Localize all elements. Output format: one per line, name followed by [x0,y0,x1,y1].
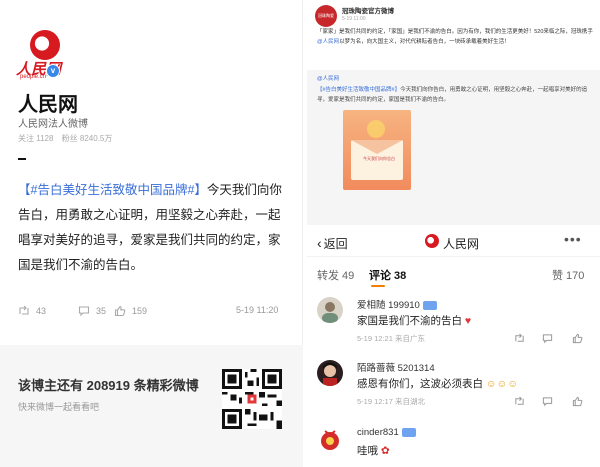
divider [18,158,26,160]
brand-post-text-a: 「家家」是我们共同的约定，「家国」是我们不渝的告白。因为有你，我们的生活更美好！… [317,29,593,35]
reply-icon[interactable] [542,396,553,407]
post-text: 【#告白美好生活致敬中国品牌#】今天我们向你告白，用勇敢之心证明，用坚毅之心奔赴… [18,178,288,278]
comments-screen: ‹ 返回 人民网 ••• 转发 49 评论 38 赞 170 爱相随 199910… [307,227,600,467]
profile-card: 人民网 people.cn v 人民网 人民网法人微博 关注 1128 粉丝 8… [0,0,303,467]
rose-icon: ✿ [380,445,390,457]
reposted-author[interactable]: @人民网 [317,74,339,82]
chevron-left-icon: ‹ [317,235,322,251]
reply-icon[interactable] [542,333,553,344]
comment-meta: 5-19 12:21 来自广东 [357,334,425,343]
profile-stats: 关注 1128 粉丝 8240.5万 [18,133,118,144]
comment-actions [512,333,592,345]
envelope-graphic: 今天我们向你告白 [351,140,403,180]
comment-text-body: 哇哦 [357,445,378,457]
comment-author-name: 爱相随 199910 [357,300,420,311]
sun-decoration [367,120,385,138]
comment-author-name: 陌路蔷薇 5201314 [357,363,435,374]
thumbs-up-icon[interactable] [572,333,583,344]
repost-count: 43 [36,306,47,316]
nav-logo-icon [425,234,439,248]
nav-title: 人民网 [443,237,480,251]
reposted-topic[interactable]: 【#告白美好生活致敬中国品牌#】 [317,87,400,93]
logo-swirl-icon [30,30,60,60]
following-count[interactable]: 关注 1128 [18,134,53,143]
qr-code-icon [222,369,282,429]
nav-bar: ‹ 返回 人民网 ••• [307,227,600,257]
followers-count[interactable]: 粉丝 8240.5万 [62,134,113,143]
post-image[interactable]: 今天我们向你告白 [343,110,411,190]
logo-sub: people.cn [20,74,47,80]
comment-author[interactable]: 爱相随 199910 [357,297,437,311]
comment-text-body: 家国是我们不渝的告白 [357,315,462,327]
repost-icon [19,305,29,315]
comment-author[interactable]: 陌路蔷薇 5201314 [357,360,435,374]
comment-author-name: cinder831 [357,427,399,438]
envelope-flap [351,140,403,154]
comment-text-body: 感恩有你们，这波必须表白 [357,378,483,390]
verified-icon: v [46,64,60,78]
active-tab-indicator [371,285,385,287]
member-badge-icon [422,300,437,310]
like-count: 159 [132,306,148,316]
share-icon[interactable] [514,396,525,407]
tab-comments[interactable]: 评论 38 [369,267,406,283]
tab-likes[interactable]: 赞 170 [552,267,584,283]
reposted-content[interactable]: @人民网 【#告白美好生活致敬中国品牌#】今天我们向你告白，用勇敢之心证明，用坚… [307,70,600,225]
thumbs-up-icon[interactable] [572,396,583,407]
like-button[interactable]: 159 [114,305,147,317]
emoji-icon: ☺☺☺ [485,378,519,390]
brand-avatar[interactable]: 冠珠陶瓷 [315,5,337,27]
comment-icon [78,306,90,317]
post-actions: 43 35 159 5-19 11:20 [18,305,288,323]
share-icon[interactable] [514,333,525,344]
more-posts-subtitle: 快来微博一起看看吧 [18,402,100,412]
repost-button[interactable]: 43 [18,305,46,317]
reposted-text: 【#告白美好生活致敬中国品牌#】今天我们向你告白，用勇敢之心证明，用坚毅之心奔赴… [317,85,593,105]
brand-post-text-b: 以梦为名，向大国主义，对代代耕耘者告白，一块砖承载着美好生活！ [339,39,510,45]
comment-text: 家国是我们不渝的告白 ♥ [357,313,471,328]
avatar[interactable] [317,297,343,323]
comment-text: 感恩有你们，这波必须表白 ☺☺☺ [357,376,518,391]
comment-count: 35 [96,306,107,316]
back-button[interactable]: ‹ 返回 [317,235,348,252]
profile-description: 人民网法人微博 [18,119,88,130]
post-topic-link[interactable]: 【#告白美好生活致敬中国品牌#】 [18,183,207,197]
comment-text: 哇哦 ✿ [357,443,390,458]
comment-button[interactable]: 35 [78,305,106,317]
avatar[interactable] [317,427,343,453]
comment-meta: 5-19 12:17 来自湖北 [357,397,425,406]
brand-name[interactable]: 冠珠陶瓷官方微博 [342,5,394,15]
brand-post-time: 5-19 11:00 [342,16,366,22]
more-icon[interactable]: ••• [564,231,582,247]
post-date: 5-19 11:20 [236,305,279,315]
envelope-text: 今天我们向你告白 [363,156,395,161]
heart-icon: ♥ [464,315,472,327]
mention-link[interactable]: @人民网 [317,39,339,45]
more-posts-title: 该博主还有 208919 条精彩微博 [18,378,199,393]
more-posts-banner[interactable]: 该博主还有 208919 条精彩微博 快来微博一起看看吧 [0,345,303,467]
comment-author[interactable]: cinder831 [357,427,416,438]
comment-tabs: 转发 49 评论 38 赞 170 [307,267,600,287]
repost-screenshot: 冠珠陶瓷 冠珠陶瓷官方微博 5-19 11:00 「家家」是我们共同的约定，「家… [307,0,600,225]
back-label: 返回 [323,237,348,251]
profile-name[interactable]: 人民网 [18,88,78,117]
people-logo[interactable]: 人民网 people.cn [16,30,74,80]
thumbs-up-icon [114,305,126,317]
member-badge-icon [401,427,416,437]
comment-actions [512,396,592,408]
tab-reposts[interactable]: 转发 49 [317,267,354,283]
avatar[interactable] [317,360,343,386]
brand-post-text: 「家家」是我们共同的约定，「家国」是我们不渝的告白。因为有你，我们的生活更美好！… [317,27,593,47]
